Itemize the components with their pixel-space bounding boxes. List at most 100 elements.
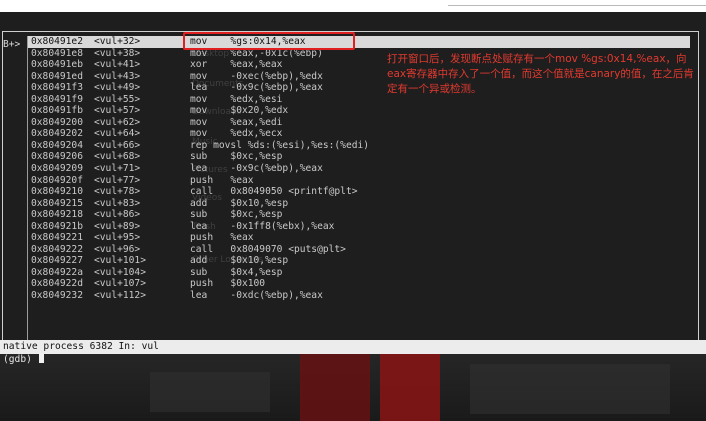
asm-address: 0x80491fb xyxy=(31,105,83,117)
asm-function-offset: <vul+49> xyxy=(94,82,141,94)
asm-function-offset: <vul+78> xyxy=(94,186,141,198)
asm-address: 0x8049227 xyxy=(31,255,83,267)
asm-address: 0x804922a xyxy=(31,266,83,278)
asm-function-offset: <vul+112> xyxy=(94,290,146,302)
asm-function-offset: <vul+96> xyxy=(94,243,141,255)
top-divider xyxy=(448,0,706,6)
background-shape xyxy=(300,354,370,421)
background-shape xyxy=(150,372,270,412)
asm-line: 0x80491fb <vul+57> mov $0x20,%edx xyxy=(28,105,690,117)
asm-function-offset: <vul+86> xyxy=(94,209,141,221)
asm-line: 0x8049210 <vul+78> call 0x8049050 <printf@… xyxy=(28,186,690,198)
asm-address: 0x804920f xyxy=(31,174,83,186)
breakpoint-marker: B+> xyxy=(3,39,21,50)
gdb-command-window[interactable]: native process 6382 In: vul (gdb) xyxy=(0,340,706,421)
asm-function-offset: <vul+43> xyxy=(94,70,141,82)
asm-function-offset: <vul+62> xyxy=(94,116,141,128)
asm-address: 0x8049222 xyxy=(31,243,83,255)
terminal-top-strip xyxy=(0,12,706,19)
asm-line: 0x8049200 <vul+62> mov %eax,%edi xyxy=(28,117,690,129)
asm-address: 0x8049218 xyxy=(31,209,83,221)
asm-instruction: call 0x8049050 <printf@plt> xyxy=(190,186,358,198)
asm-address: 0x80491f9 xyxy=(31,93,83,105)
asm-instruction: mov %edx,%esi xyxy=(190,93,283,105)
asm-function-offset: <vul+95> xyxy=(94,232,141,244)
asm-line: 0x8049215 <vul+83> add $0x10,%esp xyxy=(28,198,690,210)
asm-address: 0x8049215 xyxy=(31,197,83,209)
asm-address: 0x8049221 xyxy=(31,232,83,244)
asm-line: 0x804922d <vul+107> push $0x100 xyxy=(28,278,690,290)
asm-function-offset: <vul+71> xyxy=(94,163,141,175)
asm-line: 0x8049206 <vul+68> sub $0xc,%esp xyxy=(28,151,690,163)
asm-address: 0x8049204 xyxy=(31,139,83,151)
asm-function-offset: <vul+41> xyxy=(94,59,141,71)
asm-instruction: xor %eax,%eax xyxy=(190,59,283,71)
asm-function-offset: <vul+104> xyxy=(94,266,146,278)
asm-line: 0x8049218 <vul+86> sub $0xc,%esp xyxy=(28,209,690,221)
asm-function-offset: <vul+32> xyxy=(94,36,141,47)
asm-instruction: mov %eax,%edi xyxy=(190,116,283,128)
asm-instruction: mov %edx,%ecx xyxy=(190,128,283,140)
asm-function-offset: <vul+89> xyxy=(94,220,141,232)
asm-line: 0x804920f <vul+77> push %eax xyxy=(28,175,690,187)
gdb-prompt-line[interactable]: (gdb) xyxy=(3,353,44,365)
asm-address: 0x80491e2 xyxy=(31,36,83,47)
asm-function-offset: <vul+107> xyxy=(94,278,146,290)
asm-line: 0x8049227 <vul+101> add $0x10,%esp xyxy=(28,255,690,267)
asm-instruction: push %eax xyxy=(190,232,254,244)
asm-address: 0x8049200 xyxy=(31,116,83,128)
asm-function-offset: <vul+68> xyxy=(94,151,141,163)
process-status: native process 6382 In: vul xyxy=(3,341,159,352)
asm-function-offset: <vul+77> xyxy=(94,174,141,186)
asm-instruction: sub $0xc,%esp xyxy=(190,209,283,221)
asm-address: 0x80491f3 xyxy=(31,82,83,94)
gdb-prompt: (gdb) xyxy=(3,354,38,365)
asm-function-offset: <vul+38> xyxy=(94,47,141,59)
asm-instruction: lea -0x9c(%ebp),%eax xyxy=(190,82,323,94)
annotation-text: 打开窗口后，发现断点处赋存有一个mov %gs:0x14,%eax，向eax寄存… xyxy=(387,53,694,95)
asm-address: 0x8049206 xyxy=(31,151,83,163)
asm-instruction: add $0x10,%esp xyxy=(190,197,289,209)
asm-function-offset: <vul+55> xyxy=(94,93,141,105)
annotation-highlight-box xyxy=(183,32,355,50)
text-cursor xyxy=(38,353,44,363)
asm-function-offset: <vul+57> xyxy=(94,105,141,117)
asm-address: 0x804922d xyxy=(31,278,83,290)
asm-line: 0x8049222 <vul+96> call 0x8049070 <puts@pl… xyxy=(28,244,690,256)
asm-address: 0x8049210 xyxy=(31,186,83,198)
background-shape xyxy=(380,354,440,421)
asm-instruction: add $0x10,%esp xyxy=(190,255,289,267)
asm-instruction: sub $0xc,%esp xyxy=(190,151,283,163)
asm-line: 0x8049209 <vul+71> lea -0x9c(%ebp),%eax xyxy=(28,163,690,175)
asm-address: 0x804921b xyxy=(31,220,83,232)
asm-instruction: lea -0xdc(%ebp),%eax xyxy=(190,290,323,302)
asm-address: 0x8049232 xyxy=(31,290,83,302)
background-shape xyxy=(470,364,670,414)
asm-instruction: lea -0x1ff8(%ebx),%eax xyxy=(190,220,335,232)
asm-address: 0x80491eb xyxy=(31,59,83,71)
asm-instruction: mov $0x20,%edx xyxy=(190,105,289,117)
status-bar: native process 6382 In: vul xyxy=(0,340,706,354)
asm-instruction: sub $0x4,%esp xyxy=(190,266,283,278)
asm-line: 0x8049221 <vul+95> push %eax xyxy=(28,232,690,244)
asm-address: 0x8049202 xyxy=(31,128,83,140)
asm-address: 0x80491e8 xyxy=(31,47,83,59)
asm-instruction: lea -0x9c(%ebp),%eax xyxy=(190,163,323,175)
asm-line: 0x804922a <vul+104> sub $0x4,%esp xyxy=(28,267,690,279)
asm-line-current: 0x80491e2 <vul+32> mov %gs:0x14,%eax xyxy=(28,36,690,48)
gdb-tui-window[interactable]: B+> Desktop Documents Downloads Music Pi… xyxy=(0,19,706,349)
asm-function-offset: <vul+83> xyxy=(94,197,141,209)
asm-instruction: push %eax xyxy=(190,174,254,186)
asm-line: 0x8049232 <vul+112> lea -0xdc(%ebp),%eax xyxy=(28,290,690,302)
asm-function-offset: <vul+101> xyxy=(94,255,146,267)
asm-address: 0x80491ed xyxy=(31,70,83,82)
asm-instruction: push $0x100 xyxy=(190,278,266,290)
asm-line: 0x8049202 <vul+64> mov %edx,%ecx xyxy=(28,128,690,140)
asm-line: 0x8049204 <vul+66> rep movsl %ds:(%esi),%e… xyxy=(28,140,690,152)
asm-function-offset: <vul+64> xyxy=(94,128,141,140)
asm-function-offset: <vul+66> xyxy=(94,139,141,151)
asm-line: 0x804921b <vul+89> lea -0x1ff8(%ebx),%eax xyxy=(28,221,690,233)
asm-instruction: mov -0xec(%ebp),%edx xyxy=(190,70,323,82)
asm-instruction: rep movsl %ds:(%esi),%es:(%edi) xyxy=(190,139,370,151)
desktop-background xyxy=(0,354,706,421)
